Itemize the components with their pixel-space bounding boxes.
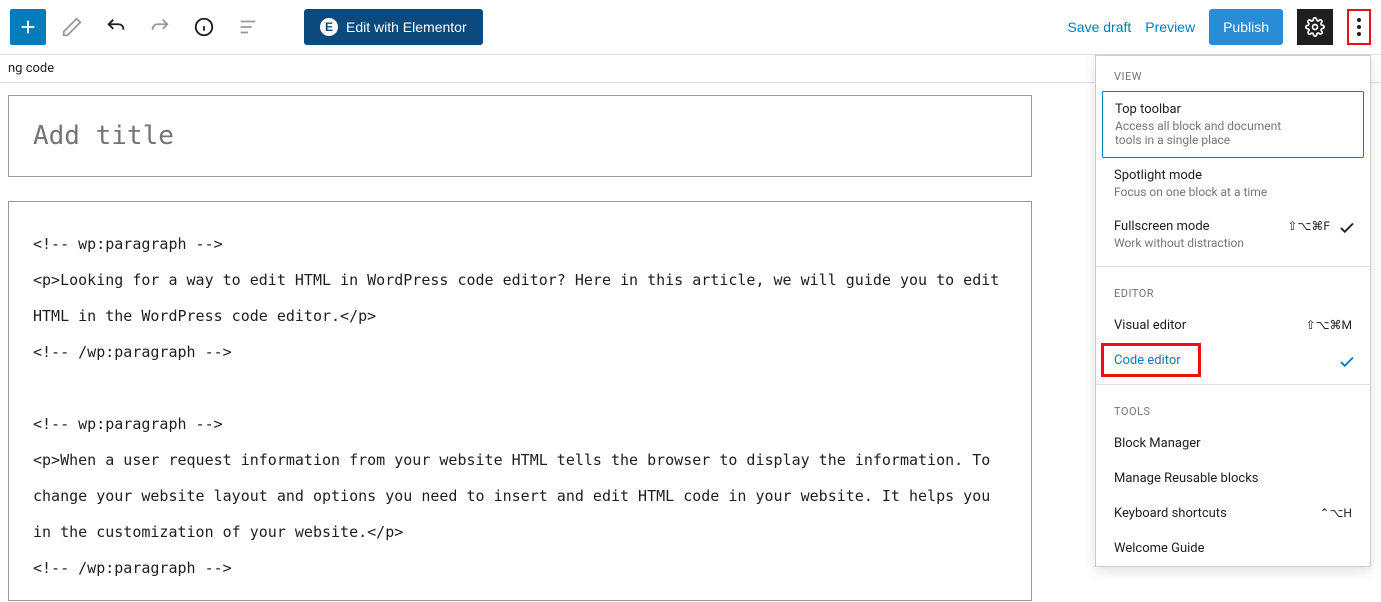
code-textarea[interactable]: <!-- wp:paragraph --> <p>Looking for a w… — [8, 201, 1032, 601]
option-title: Top toolbar — [1115, 102, 1351, 117]
option-title: Manage Reusable blocks — [1114, 471, 1352, 486]
redo-icon — [149, 16, 171, 38]
option-title: Welcome Guide — [1114, 541, 1352, 556]
elementor-icon: E — [320, 18, 338, 36]
top-toolbar: E Edit with Elementor Save draft Preview… — [0, 0, 1381, 55]
spotlight-option[interactable]: Spotlight mode Focus on one block at a t… — [1096, 158, 1370, 209]
block-manager-option[interactable]: Block Manager — [1096, 426, 1370, 461]
divider — [1096, 384, 1370, 385]
publish-button[interactable]: Publish — [1209, 9, 1283, 45]
code-editor-option[interactable]: Code editor — [1096, 343, 1370, 378]
title-input[interactable]: Add title — [8, 95, 1032, 177]
add-block-button[interactable] — [10, 9, 46, 45]
list-icon — [237, 16, 259, 38]
undo-icon — [105, 16, 127, 38]
reusable-blocks-option[interactable]: Manage Reusable blocks — [1096, 461, 1370, 496]
welcome-guide-option[interactable]: Welcome Guide — [1096, 531, 1370, 566]
edit-button[interactable] — [54, 9, 90, 45]
option-title: Code editor — [1114, 353, 1352, 368]
subheader-text: ng code — [8, 61, 54, 76]
redo-button[interactable] — [142, 9, 178, 45]
settings-button[interactable] — [1297, 9, 1333, 45]
option-title: Block Manager — [1114, 436, 1352, 451]
shortcut-text: ⇧⌥⌘F — [1287, 219, 1330, 233]
info-button[interactable] — [186, 9, 222, 45]
save-draft-button[interactable]: Save draft — [1067, 19, 1131, 35]
option-title: Spotlight mode — [1114, 168, 1352, 183]
check-icon — [1338, 353, 1356, 375]
tools-section-label: TOOLS — [1096, 391, 1370, 426]
gear-icon — [1305, 17, 1325, 37]
option-sub: Work without distraction — [1114, 236, 1352, 250]
divider — [1096, 266, 1370, 267]
more-menu-button[interactable] — [1347, 9, 1371, 45]
vertical-dots-icon — [1357, 18, 1361, 36]
undo-button[interactable] — [98, 9, 134, 45]
option-sub: Focus on one block at a time — [1114, 185, 1352, 199]
shortcut-text: ⇧⌥⌘M — [1306, 318, 1352, 332]
option-title: Keyboard shortcuts — [1114, 506, 1352, 521]
pencil-icon — [61, 16, 83, 38]
keyboard-shortcuts-option[interactable]: Keyboard shortcuts ⌃⌥H — [1096, 496, 1370, 531]
plus-icon — [17, 16, 39, 38]
option-sub: Access all block and document tools in a… — [1115, 119, 1351, 147]
elementor-label: Edit with Elementor — [346, 19, 467, 35]
check-icon — [1338, 219, 1356, 241]
visual-editor-option[interactable]: Visual editor ⇧⌥⌘M — [1096, 308, 1370, 343]
fullscreen-option[interactable]: Fullscreen mode Work without distraction… — [1096, 209, 1370, 260]
preview-button[interactable]: Preview — [1145, 19, 1195, 35]
elementor-button[interactable]: E Edit with Elementor — [304, 9, 483, 45]
view-section-label: VIEW — [1096, 56, 1370, 91]
options-dropdown: VIEW Top toolbar Access all block and do… — [1095, 55, 1371, 567]
shortcut-text: ⌃⌥H — [1320, 506, 1352, 520]
top-toolbar-option[interactable]: Top toolbar Access all block and documen… — [1102, 91, 1364, 158]
editor-section-label: EDITOR — [1096, 273, 1370, 308]
toolbar-right: Save draft Preview Publish — [1067, 9, 1371, 45]
info-icon — [193, 16, 215, 38]
outline-button[interactable] — [230, 9, 266, 45]
